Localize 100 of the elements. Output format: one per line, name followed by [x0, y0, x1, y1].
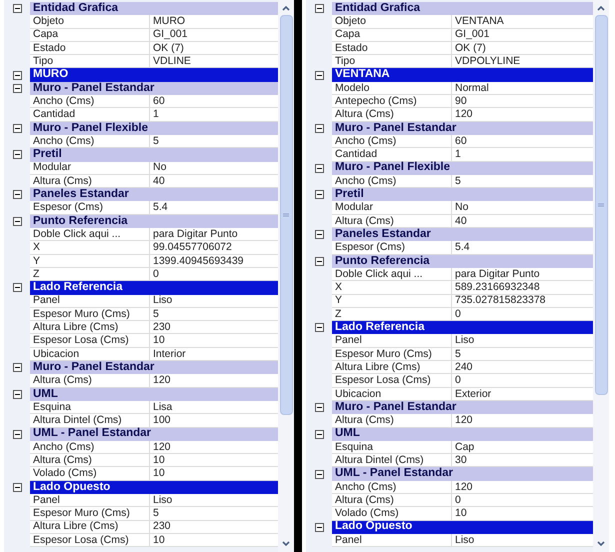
property-value[interactable]: Liso: [150, 494, 278, 508]
property-name[interactable]: Ancho (Cms): [332, 480, 452, 494]
property-value[interactable]: OK (7): [452, 42, 593, 56]
category-header[interactable]: Pretil: [30, 148, 278, 162]
category-header[interactable]: Punto Referencia: [332, 254, 593, 268]
property-name[interactable]: Ancho (Cms): [30, 134, 150, 148]
collapse-icon[interactable]: [12, 390, 22, 399]
property-name[interactable]: Cantidad: [30, 108, 150, 122]
collapse-icon[interactable]: [314, 190, 324, 200]
property-value[interactable]: 5: [150, 308, 278, 322]
property-name[interactable]: Altura Libre (Cms): [332, 361, 452, 374]
collapse-icon[interactable]: [12, 70, 22, 80]
category-header[interactable]: Muro - Panel Flexible: [332, 162, 593, 175]
collapse-icon[interactable]: [12, 150, 22, 160]
category-header[interactable]: Lado Referencia: [30, 281, 278, 295]
category-header[interactable]: UML - Panel Estandar: [332, 467, 593, 481]
property-value[interactable]: 10: [150, 467, 278, 481]
property-value[interactable]: 5: [150, 134, 278, 148]
category-header[interactable]: UML - Panel Estandar: [30, 428, 278, 441]
scroll-down-icon[interactable]: [596, 539, 606, 549]
property-name[interactable]: Panel: [30, 294, 150, 308]
property-name[interactable]: Panel: [332, 334, 452, 348]
property-name[interactable]: Altura (Cms): [30, 454, 150, 468]
property-value[interactable]: 0: [150, 268, 278, 282]
property-value[interactable]: 120: [452, 480, 593, 494]
category-header[interactable]: Entidad Grafica: [30, 2, 278, 16]
collapse-icon[interactable]: [12, 363, 22, 372]
property-value[interactable]: 100: [150, 414, 278, 428]
property-value[interactable]: Normal: [452, 82, 593, 96]
property-value[interactable]: VDLINE: [150, 55, 278, 68]
property-name[interactable]: Capa: [332, 28, 452, 42]
property-name[interactable]: Volado (Cms): [332, 507, 452, 521]
property-value[interactable]: 589.23166932348: [452, 281, 593, 295]
category-header[interactable]: Muro - Panel Flexible: [30, 122, 278, 135]
property-name[interactable]: Altura (Cms): [332, 108, 452, 122]
property-name[interactable]: Espesor Losa (Cms): [30, 334, 150, 348]
category-header[interactable]: Pretil: [332, 188, 593, 202]
category-header[interactable]: Paneles Estandar: [332, 228, 593, 242]
scrollbar[interactable]: [593, 0, 609, 552]
property-value[interactable]: OK (7): [150, 42, 278, 56]
property-name[interactable]: Modular: [332, 201, 452, 215]
property-name[interactable]: Altura Dintel (Cms): [30, 414, 150, 428]
property-name[interactable]: Ancho (Cms): [332, 134, 452, 148]
category-header[interactable]: Paneles Estandar: [30, 188, 278, 202]
category-header[interactable]: Lado Referencia: [332, 321, 593, 334]
collapse-icon[interactable]: [314, 4, 324, 14]
property-value[interactable]: 10: [150, 454, 278, 468]
property-name[interactable]: Altura Dintel (Cms): [332, 454, 452, 468]
scroll-up-icon[interactable]: [281, 3, 291, 13]
collapse-icon[interactable]: [314, 522, 324, 532]
property-name[interactable]: Estado: [332, 42, 452, 56]
property-value[interactable]: 30: [452, 454, 593, 468]
property-value[interactable]: 230: [150, 321, 278, 334]
category-header[interactable]: Entidad Grafica: [332, 2, 593, 16]
scroll-up-icon[interactable]: [596, 3, 606, 13]
property-name[interactable]: Espesor (Cms): [332, 241, 452, 255]
property-name[interactable]: Z: [332, 308, 452, 322]
property-name[interactable]: Ubicacion: [30, 348, 150, 362]
property-value[interactable]: Liso: [150, 294, 278, 308]
property-value[interactable]: VDPOLYLINE: [452, 55, 593, 68]
property-name[interactable]: Espesor Losa (Cms): [30, 534, 150, 548]
property-value[interactable]: Lisa: [150, 400, 278, 414]
collapse-icon[interactable]: [12, 283, 22, 292]
scroll-thumb[interactable]: [594, 15, 608, 395]
category-header[interactable]: UML: [332, 428, 593, 441]
property-value[interactable]: 230: [150, 520, 278, 534]
property-name[interactable]: Panel: [30, 494, 150, 508]
category-header[interactable]: VENTANA: [332, 68, 593, 82]
property-value[interactable]: Exterior: [452, 388, 593, 401]
collapse-icon[interactable]: [314, 403, 324, 412]
property-value[interactable]: 120: [150, 440, 278, 454]
property-value[interactable]: 90: [452, 95, 593, 108]
scroll-down-icon[interactable]: [281, 539, 291, 549]
property-name[interactable]: Altura (Cms): [332, 494, 452, 508]
property-name[interactable]: Esquina: [30, 400, 150, 414]
property-value[interactable]: No: [452, 201, 593, 215]
collapse-icon[interactable]: [314, 470, 324, 479]
property-value[interactable]: 120: [452, 414, 593, 428]
property-name[interactable]: Modelo: [332, 82, 452, 96]
property-value[interactable]: No: [150, 162, 278, 175]
property-name[interactable]: X: [332, 281, 452, 295]
category-header[interactable]: UML: [30, 388, 278, 401]
property-value[interactable]: para Digitar Punto: [150, 228, 278, 242]
property-value[interactable]: 5.4: [150, 201, 278, 215]
collapse-icon[interactable]: [314, 430, 324, 439]
property-value[interactable]: 10: [150, 334, 278, 348]
category-header[interactable]: Lado Opuesto: [332, 520, 593, 534]
collapse-icon[interactable]: [314, 256, 324, 266]
property-value[interactable]: 1: [452, 148, 593, 162]
property-name[interactable]: Volado (Cms): [30, 467, 150, 481]
collapse-icon[interactable]: [314, 164, 324, 173]
property-name[interactable]: Altura Libre (Cms): [30, 321, 150, 334]
property-name[interactable]: Z: [30, 268, 150, 282]
property-value[interactable]: Liso: [452, 334, 593, 348]
category-header[interactable]: Lado Opuesto: [30, 480, 278, 494]
property-value[interactable]: 5: [452, 174, 593, 188]
property-value[interactable]: 60: [452, 134, 593, 148]
property-name[interactable]: Objeto: [30, 15, 150, 29]
property-value[interactable]: Interior: [150, 348, 278, 362]
scrollbar[interactable]: [278, 0, 294, 552]
